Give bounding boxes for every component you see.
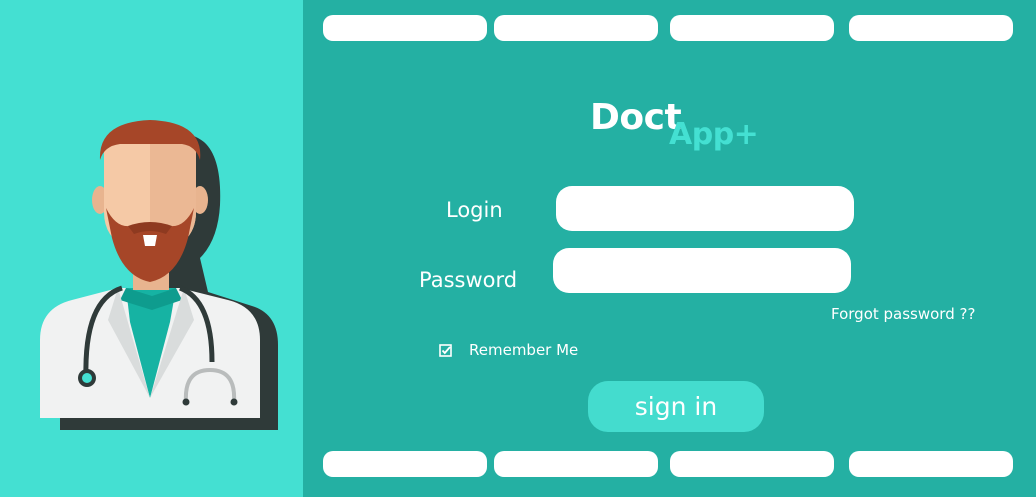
logo-text-doct: Doct [590, 97, 682, 138]
password-label: Password [419, 268, 518, 292]
bottom-nav-item-3[interactable] [670, 451, 834, 477]
sign-in-button[interactable]: sign in [588, 381, 764, 432]
remember-me-checkbox[interactable]: Remember Me [439, 339, 578, 361]
bottom-nav-item-4[interactable] [849, 451, 1013, 477]
login-label: Login [446, 198, 503, 222]
bottom-nav [303, 451, 1036, 477]
left-panel [0, 0, 303, 497]
logo-text-app: App+ [669, 117, 759, 152]
bottom-nav-item-2[interactable] [494, 451, 658, 477]
top-nav-item-3[interactable] [670, 15, 834, 41]
remember-me-label: Remember Me [469, 341, 579, 359]
app-logo: Doct App+ [590, 96, 790, 166]
top-nav-item-4[interactable] [849, 15, 1013, 41]
top-nav [303, 15, 1036, 41]
doctor-avatar-icon [40, 120, 278, 430]
bottom-nav-item-1[interactable] [323, 451, 487, 477]
top-nav-item-2[interactable] [494, 15, 658, 41]
main-panel: Doct App+ Login Password Forgot password… [303, 0, 1036, 497]
password-input[interactable] [553, 248, 851, 293]
top-nav-item-1[interactable] [323, 15, 487, 41]
login-input[interactable] [556, 186, 854, 231]
checkbox-checked-icon[interactable] [439, 343, 452, 357]
forgot-password-link[interactable]: Forgot password ?? [831, 304, 975, 324]
